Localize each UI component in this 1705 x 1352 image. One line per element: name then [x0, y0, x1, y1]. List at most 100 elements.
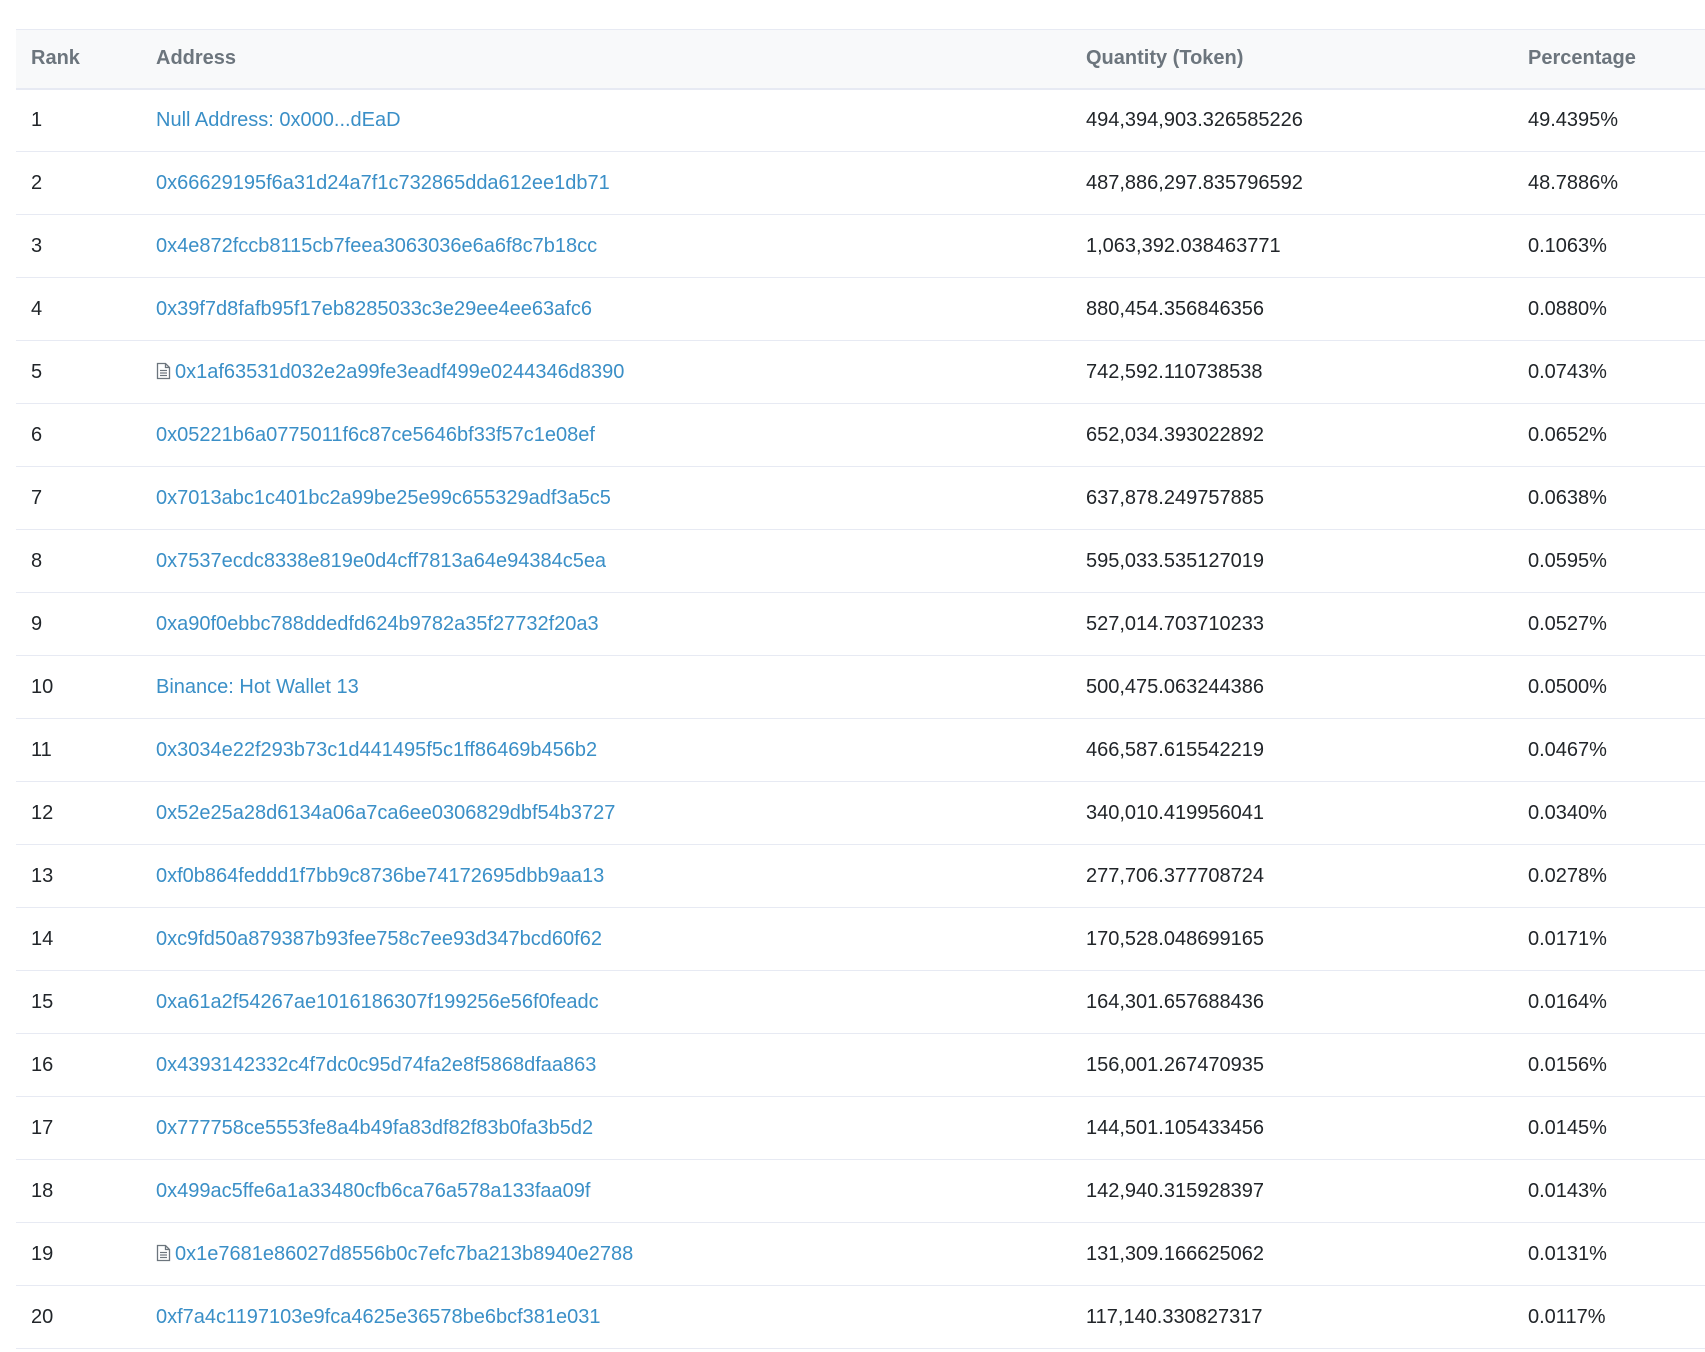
header-row: Rank Address Quantity (Token) Percentage — [16, 29, 1705, 90]
quantity-cell: 487,886,297.835796592 — [1086, 151, 1528, 215]
address-cell: 0x3034e22f293b73c1d441495f5c1ff86469b456… — [156, 718, 1086, 782]
document-icon — [156, 362, 171, 380]
table-row: 7 0x7013abc1c401bc2a99be25e99c655329adf3a… — [16, 466, 1705, 530]
address-link[interactable]: 0x39f7d8fafb95f17eb8285033c3e29ee4ee63af… — [156, 298, 592, 320]
token-holders-table: Rank Address Quantity (Token) Percentage… — [16, 29, 1705, 1349]
address-cell: 0x4e872fccb8115cb7feea3063036e6a6f8c7b18… — [156, 214, 1086, 278]
address-link[interactable]: 0xa90f0ebbc788ddedfd624b9782a35f27732f20… — [156, 613, 599, 635]
quantity-cell: 277,706.377708724 — [1086, 844, 1528, 908]
address-cell: 0x777758ce5553fe8a4b49fa83df82f83b0fa3b5… — [156, 1096, 1086, 1160]
rank-cell: 11 — [16, 718, 156, 782]
address-cell: 0xf7a4c1197103e9fca4625e36578be6bcf381e0… — [156, 1285, 1086, 1349]
rank-cell: 16 — [16, 1033, 156, 1097]
rank-cell: 13 — [16, 844, 156, 908]
percentage-cell: 49.4395% — [1528, 88, 1705, 152]
rank-cell: 18 — [16, 1159, 156, 1223]
quantity-cell: 880,454.356846356 — [1086, 277, 1528, 341]
percentage-cell: 0.0171% — [1528, 907, 1705, 971]
table-row: 15 0xa61a2f54267ae1016186307f199256e56f0f… — [16, 970, 1705, 1034]
address-cell: 0x7537ecdc8338e819e0d4cff7813a64e94384c5… — [156, 529, 1086, 593]
quantity-cell: 742,592.110738538 — [1086, 340, 1528, 404]
percentage-cell: 0.0143% — [1528, 1159, 1705, 1223]
column-header-rank: Rank — [16, 29, 156, 90]
address-link[interactable]: 0x1af63531d032e2a99fe3eadf499e0244346d83… — [175, 361, 624, 383]
rank-cell: 5 — [16, 340, 156, 404]
column-header-quantity: Quantity (Token) — [1086, 29, 1528, 90]
quantity-cell: 1,063,392.038463771 — [1086, 214, 1528, 278]
quantity-cell: 142,940.315928397 — [1086, 1159, 1528, 1223]
address-link[interactable]: Binance: Hot Wallet 13 — [156, 676, 359, 698]
address-link[interactable]: 0x1e7681e86027d8556b0c7efc7ba213b8940e27… — [175, 1243, 633, 1265]
percentage-cell: 0.0652% — [1528, 403, 1705, 467]
rank-cell: 8 — [16, 529, 156, 593]
table-row: 13 0xf0b864feddd1f7bb9c8736be74172695dbb9… — [16, 844, 1705, 908]
percentage-cell: 0.0595% — [1528, 529, 1705, 593]
address-cell: 0xc9fd50a879387b93fee758c7ee93d347bcd60f… — [156, 907, 1086, 971]
percentage-cell: 0.0131% — [1528, 1222, 1705, 1286]
quantity-cell: 652,034.393022892 — [1086, 403, 1528, 467]
percentage-cell: 48.7886% — [1528, 151, 1705, 215]
rank-cell: 17 — [16, 1096, 156, 1160]
table-body: 1 Null Address: 0x000...dEaD 494,394,903.3… — [16, 88, 1705, 1349]
table-row: 5 0x1af63531d032e2a99fe3eadf499e0244346d8… — [16, 340, 1705, 404]
rank-cell: 3 — [16, 214, 156, 278]
percentage-cell: 0.0527% — [1528, 592, 1705, 656]
quantity-cell: 170,528.048699165 — [1086, 907, 1528, 971]
address-link[interactable]: 0x52e25a28d6134a06a7ca6ee0306829dbf54b37… — [156, 802, 615, 824]
table-row: 8 0x7537ecdc8338e819e0d4cff7813a64e94384c… — [16, 529, 1705, 593]
address-cell: 0x05221b6a0775011f6c87ce5646bf33f57c1e08… — [156, 403, 1086, 467]
address-link[interactable]: 0xf7a4c1197103e9fca4625e36578be6bcf381e0… — [156, 1306, 601, 1328]
table-row: 16 0x4393142332c4f7dc0c95d74fa2e8f5868dfa… — [16, 1033, 1705, 1097]
quantity-cell: 131,309.166625062 — [1086, 1222, 1528, 1286]
rank-cell: 7 — [16, 466, 156, 530]
address-link[interactable]: 0x7537ecdc8338e819e0d4cff7813a64e94384c5… — [156, 550, 606, 572]
address-cell: 0x499ac5ffe6a1a33480cfb6ca76a578a133faa0… — [156, 1159, 1086, 1223]
address-link[interactable]: Null Address: 0x000...dEaD — [156, 109, 401, 131]
percentage-cell: 0.0278% — [1528, 844, 1705, 908]
address-cell: 0x66629195f6a31d24a7f1c732865dda612ee1db… — [156, 151, 1086, 215]
table-row: 18 0x499ac5ffe6a1a33480cfb6ca76a578a133fa… — [16, 1159, 1705, 1223]
quantity-cell: 144,501.105433456 — [1086, 1096, 1528, 1160]
table-row: 14 0xc9fd50a879387b93fee758c7ee93d347bcd6… — [16, 907, 1705, 971]
table-row: 20 0xf7a4c1197103e9fca4625e36578be6bcf381… — [16, 1285, 1705, 1349]
table-row: 9 0xa90f0ebbc788ddedfd624b9782a35f27732f2… — [16, 592, 1705, 656]
address-link[interactable]: 0x4393142332c4f7dc0c95d74fa2e8f5868dfaa8… — [156, 1054, 596, 1076]
table-row: 11 0x3034e22f293b73c1d441495f5c1ff86469b4… — [16, 718, 1705, 782]
percentage-cell: 0.0145% — [1528, 1096, 1705, 1160]
rank-cell: 10 — [16, 655, 156, 719]
address-link[interactable]: 0x777758ce5553fe8a4b49fa83df82f83b0fa3b5… — [156, 1117, 593, 1139]
quantity-cell: 164,301.657688436 — [1086, 970, 1528, 1034]
address-link[interactable]: 0x499ac5ffe6a1a33480cfb6ca76a578a133faa0… — [156, 1180, 590, 1202]
address-cell: 0x39f7d8fafb95f17eb8285033c3e29ee4ee63af… — [156, 277, 1086, 341]
quantity-cell: 156,001.267470935 — [1086, 1033, 1528, 1097]
address-link[interactable]: 0x05221b6a0775011f6c87ce5646bf33f57c1e08… — [156, 424, 595, 446]
table-row: 12 0x52e25a28d6134a06a7ca6ee0306829dbf54b… — [16, 781, 1705, 845]
percentage-cell: 0.0340% — [1528, 781, 1705, 845]
table-row: 4 0x39f7d8fafb95f17eb8285033c3e29ee4ee63a… — [16, 277, 1705, 341]
quantity-cell: 595,033.535127019 — [1086, 529, 1528, 593]
address-cell: 0x4393142332c4f7dc0c95d74fa2e8f5868dfaa8… — [156, 1033, 1086, 1097]
address-link[interactable]: 0x4e872fccb8115cb7feea3063036e6a6f8c7b18… — [156, 235, 597, 257]
percentage-cell: 0.0743% — [1528, 340, 1705, 404]
address-cell: 0x7013abc1c401bc2a99be25e99c655329adf3a5… — [156, 466, 1086, 530]
table-row: 2 0x66629195f6a31d24a7f1c732865dda612ee1d… — [16, 151, 1705, 215]
address-link[interactable]: 0xc9fd50a879387b93fee758c7ee93d347bcd60f… — [156, 928, 602, 950]
address-link[interactable]: 0x66629195f6a31d24a7f1c732865dda612ee1db… — [156, 172, 610, 194]
address-link[interactable]: 0xf0b864feddd1f7bb9c8736be74172695dbb9aa… — [156, 865, 604, 887]
address-cell: 0xa61a2f54267ae1016186307f199256e56f0fea… — [156, 970, 1086, 1034]
percentage-cell: 0.0880% — [1528, 277, 1705, 341]
quantity-cell: 637,878.249757885 — [1086, 466, 1528, 530]
quantity-cell: 466,587.615542219 — [1086, 718, 1528, 782]
address-link[interactable]: 0x7013abc1c401bc2a99be25e99c655329adf3a5… — [156, 487, 611, 509]
rank-cell: 1 — [16, 88, 156, 152]
address-link[interactable]: 0x3034e22f293b73c1d441495f5c1ff86469b456… — [156, 739, 597, 761]
rank-cell: 12 — [16, 781, 156, 845]
address-link[interactable]: 0xa61a2f54267ae1016186307f199256e56f0fea… — [156, 991, 599, 1013]
rank-cell: 14 — [16, 907, 156, 971]
table-row: 10 Binance: Hot Wallet 13 500,475.06324438… — [16, 655, 1705, 719]
address-cell: Null Address: 0x000...dEaD — [156, 88, 1086, 152]
address-cell: 0x1af63531d032e2a99fe3eadf499e0244346d83… — [156, 340, 1086, 404]
token-holders-table-container: Rank Address Quantity (Token) Percentage… — [16, 29, 1705, 1349]
percentage-cell: 0.0156% — [1528, 1033, 1705, 1097]
quantity-cell: 117,140.330827317 — [1086, 1285, 1528, 1349]
